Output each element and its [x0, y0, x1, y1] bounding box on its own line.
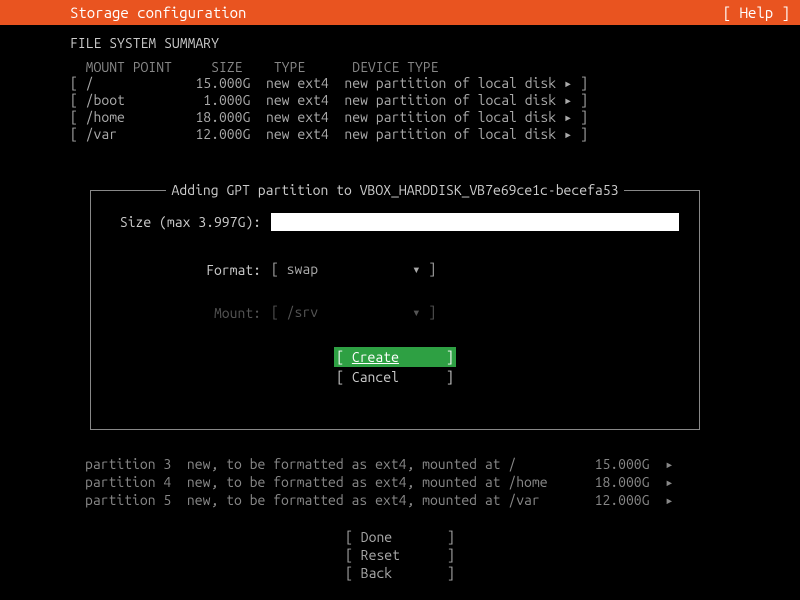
main-content: FILE SYSTEM SUMMARY MOUNT POINT SIZE TYP… [0, 25, 800, 143]
reset-button[interactable]: [ Reset ] [0, 546, 800, 564]
cancel-button[interactable]: [ Cancel ] [336, 369, 454, 385]
summary-heading: FILE SYSTEM SUMMARY [70, 35, 790, 51]
help-button[interactable]: [ Help ] [723, 4, 790, 21]
format-field: Format: [ swap ▾ ] [91, 261, 699, 278]
footer-buttons: [ Done ] [ Reset ] [ Back ] [0, 528, 800, 582]
dialog-buttons: [ Create ] [ Cancel ] [91, 347, 699, 387]
mount-label: Mount: [111, 305, 271, 321]
summary-columns: MOUNT POINT SIZE TYPE DEVICE TYPE [70, 59, 790, 75]
format-select[interactable]: [ swap ▾ ] [271, 261, 436, 278]
size-input[interactable] [271, 213, 679, 231]
header-bar: Storage configuration [ Help ] [0, 0, 800, 25]
summary-row[interactable]: [ /var 12.000G new ext4 new partition of… [70, 126, 790, 143]
summary-row[interactable]: [ /home 18.000G new ext4 new partition o… [70, 109, 790, 126]
create-button[interactable]: [ Create ] [334, 347, 456, 367]
size-field: Size (max 3.997G): [91, 213, 699, 231]
summary-row[interactable]: [ /boot 1.000G new ext4 new partition of… [70, 92, 790, 109]
size-label: Size (max 3.997G): [111, 214, 271, 230]
back-button[interactable]: [ Back ] [0, 564, 800, 582]
mount-select: [ /srv ▾ ] [271, 304, 436, 321]
summary-row[interactable]: [ / 15.000G new ext4 new partition of lo… [70, 75, 790, 92]
pending-row[interactable]: partition 3 new, to be formatted as ext4… [85, 455, 674, 473]
done-button[interactable]: [ Done ] [0, 528, 800, 546]
dialog-title: Adding GPT partition to VBOX_HARDDISK_VB… [91, 182, 699, 198]
format-label: Format: [111, 262, 271, 278]
pending-row[interactable]: partition 5 new, to be formatted as ext4… [85, 491, 674, 509]
add-partition-dialog: Adding GPT partition to VBOX_HARDDISK_VB… [90, 190, 700, 430]
page-title: Storage configuration [70, 4, 246, 21]
pending-list: partition 3 new, to be formatted as ext4… [85, 455, 674, 509]
mount-field: Mount: [ /srv ▾ ] [91, 304, 699, 321]
pending-row[interactable]: partition 4 new, to be formatted as ext4… [85, 473, 674, 491]
